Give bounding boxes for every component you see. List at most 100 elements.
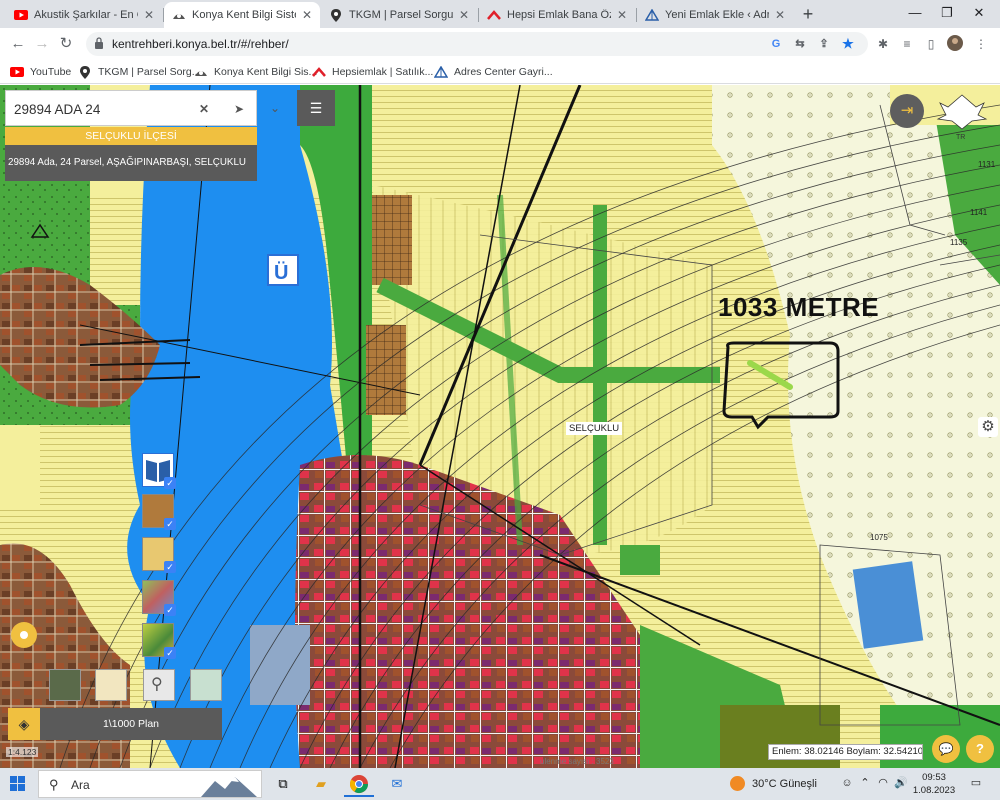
restore-icon[interactable]: ❐: [932, 2, 962, 24]
close-icon[interactable]: ✕: [144, 8, 154, 22]
bookmark-label: TKGM | Parsel Sorg...: [98, 66, 201, 78]
help-button[interactable]: ?: [966, 735, 994, 763]
share-icon[interactable]: ⇪: [816, 37, 832, 51]
chat-button[interactable]: 💬: [932, 735, 960, 763]
login-button[interactable]: ⇥: [890, 94, 924, 128]
profile-avatar-icon[interactable]: [946, 35, 964, 53]
bookmark-label: Hepsiemlak | Satılık...: [332, 66, 434, 78]
notification-icon[interactable]: ▭: [968, 776, 984, 790]
system-clock[interactable]: 09:53 1.08.2023: [912, 771, 956, 797]
tab-label: Konya Kent Bilgi Sistemi: [192, 9, 296, 21]
bookmark-tkgm[interactable]: TKGM | Parsel Sorg...: [78, 63, 201, 81]
reload-icon[interactable]: ↻: [56, 34, 76, 54]
konya-logo-icon: [172, 8, 186, 22]
close-icon[interactable]: ✕: [302, 8, 312, 22]
close-icon[interactable]: ✕: [617, 8, 627, 22]
konya-logo-icon: [194, 66, 208, 78]
translate-icon[interactable]: ⇆: [792, 37, 808, 51]
settings-button[interactable]: ⚙: [978, 417, 998, 437]
media-icon[interactable]: ≡: [898, 35, 916, 53]
bookmark-star-icon[interactable]: ★: [840, 37, 856, 51]
wifi-icon[interactable]: ◠: [876, 776, 890, 790]
zoning-layer-thumb[interactable]: ✓: [142, 623, 176, 659]
cadastre-layer-thumb[interactable]: ✓: [142, 494, 176, 530]
browser-toolbar: ← → ↻ kentrehberi.konya.bel.tr/#/rehber/…: [0, 28, 1000, 60]
chat-icon: 💬: [938, 742, 954, 756]
menu-icon[interactable]: ⋮: [972, 35, 990, 53]
search-icon: ⚲: [49, 777, 59, 792]
layers-icon: ◈: [18, 716, 30, 732]
close-icon[interactable]: ✕: [459, 8, 469, 22]
tab-adres-center[interactable]: Yeni Emlak Ekle ‹ Adres Center ✕: [637, 2, 793, 28]
adres-center-icon: [434, 66, 448, 78]
address-bar[interactable]: kentrehberi.konya.bel.tr/#/rehber/ G ⇆ ⇪…: [86, 32, 868, 56]
back-icon[interactable]: ←: [8, 34, 28, 54]
layers-button[interactable]: ◈: [8, 708, 40, 740]
bookmark-konya-kent[interactable]: Konya Kent Bilgi Sis...: [194, 63, 317, 81]
people-icon[interactable]: ☺: [840, 776, 854, 790]
search-result-item[interactable]: 29894 Ada, 24 Parsel, AŞAĞIPINARBAŞI, SE…: [5, 145, 257, 181]
bookmark-youtube[interactable]: YouTube: [10, 63, 71, 81]
topo-basemap-thumb[interactable]: [190, 669, 222, 701]
clear-icon[interactable]: ✕: [195, 100, 213, 118]
taskbar-search[interactable]: ⚲ Ara: [38, 770, 262, 798]
close-icon[interactable]: ✕: [775, 8, 785, 22]
minimize-icon[interactable]: —: [900, 2, 930, 24]
plan-layer-thumb[interactable]: ✓: [142, 537, 176, 573]
checkbox-checked-icon[interactable]: ✓: [164, 647, 176, 659]
district-map-label: SELÇUKLU: [566, 422, 623, 435]
bookmark-adres-center[interactable]: Adres Center Gayri...: [434, 63, 553, 81]
measure-tool-thumb[interactable]: ⚲: [143, 669, 175, 701]
bookmark-label: YouTube: [30, 66, 72, 78]
street-basemap-thumb[interactable]: [95, 669, 127, 701]
tab-tkgm[interactable]: TKGM | Parsel Sorgu Uygulaması ✕: [321, 2, 477, 28]
forward-icon[interactable]: →: [32, 34, 52, 54]
distance-annotation: 1033 METRE: [718, 292, 880, 322]
bookmark-label: Adres Center Gayri...: [454, 66, 553, 78]
close-window-icon[interactable]: ✕: [964, 2, 994, 24]
file-explorer-icon[interactable]: ▰: [306, 771, 336, 797]
weather-sun-icon: [730, 776, 745, 791]
zoning-plan-map: Ü 1135 1141 1131 1075 TR: [0, 85, 1000, 768]
plan-scale-selector[interactable]: 1\1000 Plan: [40, 708, 222, 740]
svg-text:1131: 1131: [978, 160, 996, 169]
satellite-basemap-thumb[interactable]: [49, 669, 81, 701]
taskbar: ⚲ Ara ⧉ ▰ ✉ 30°C Güneşli ☺ ⌃ ◠ 🔊 09:53 1…: [0, 768, 1000, 800]
checkbox-checked-icon[interactable]: ✓: [164, 604, 176, 616]
google-icon[interactable]: G: [768, 37, 784, 51]
new-tab-button[interactable]: +: [797, 3, 819, 25]
checkbox-checked-icon[interactable]: ✓: [164, 518, 176, 530]
tab-akustik[interactable]: Akustik Şarkılar - En Çok Dinlenen ✕: [6, 2, 162, 28]
bookmark-label: Konya Kent Bilgi Sis...: [214, 66, 318, 78]
navigate-arrow-icon[interactable]: ➤: [230, 100, 248, 118]
task-view-icon[interactable]: ⧉: [268, 771, 298, 797]
tab-konya-kent[interactable]: Konya Kent Bilgi Sistemi ✕: [164, 2, 320, 28]
bookmark-hepsiemlak[interactable]: Hepsiemlak | Satılık...: [312, 63, 433, 81]
map-viewport[interactable]: Ü 1135 1141 1131 1075 TR ✕ ➤ ⌄ ☰ SELÇUKL…: [0, 85, 1000, 768]
windows-start-icon[interactable]: [10, 776, 26, 792]
map-pin-icon: [329, 8, 343, 22]
tab-hepsiemlak[interactable]: Hepsi Emlak Bana Özel ✕: [479, 2, 635, 28]
book-layer-thumb[interactable]: ✓: [142, 453, 176, 489]
weather-status[interactable]: 30°C Güneşli: [752, 778, 817, 790]
login-icon: ⇥: [900, 102, 914, 119]
volume-icon[interactable]: 🔊: [894, 776, 908, 790]
chevron-up-icon[interactable]: ⌃: [858, 776, 872, 790]
search-icon: ⚲: [151, 676, 163, 693]
question-icon: ?: [976, 741, 984, 756]
svg-text:Ü: Ü: [274, 261, 288, 284]
extensions-icon[interactable]: ✱: [874, 35, 892, 53]
mail-icon[interactable]: ✉: [382, 771, 412, 797]
list-menu-button[interactable]: ☰: [297, 90, 335, 126]
chevron-down-icon[interactable]: ⌄: [266, 99, 284, 117]
checkbox-checked-icon[interactable]: ✓: [164, 477, 176, 489]
youtube-icon: [10, 66, 24, 78]
district-header: SELÇUKLU İLÇESİ: [5, 127, 257, 145]
checkbox-checked-icon[interactable]: ✓: [164, 561, 176, 573]
hepsiemlak-icon: [312, 66, 326, 78]
locate-me-button[interactable]: [11, 622, 37, 648]
landuse-layer-thumb[interactable]: ✓: [142, 580, 176, 616]
side-panel-icon[interactable]: ▯: [922, 35, 940, 53]
chrome-icon[interactable]: [344, 771, 374, 797]
search-input[interactable]: [12, 99, 192, 119]
